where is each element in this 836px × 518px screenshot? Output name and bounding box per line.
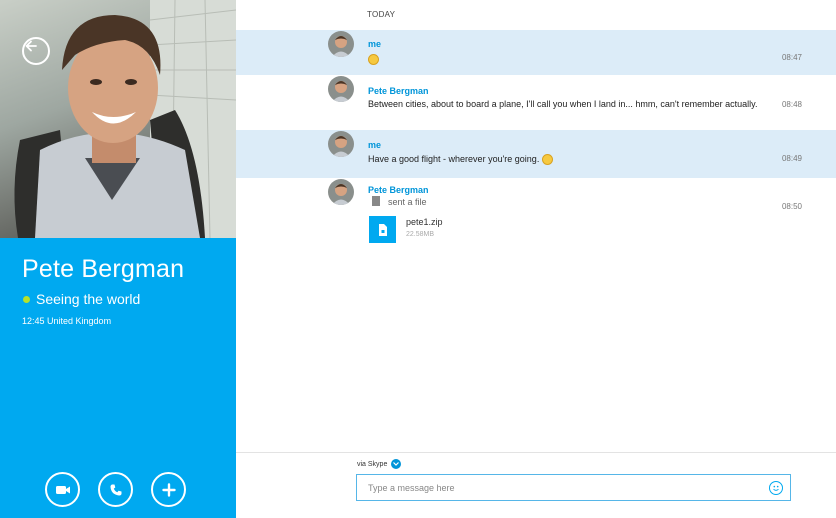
message-time: 08:49 <box>781 154 802 163</box>
add-button[interactable] <box>151 472 186 507</box>
avatar <box>328 76 354 102</box>
contact-photo <box>0 0 236 238</box>
video-call-button[interactable] <box>45 472 80 507</box>
video-call-icon <box>55 485 70 494</box>
via-label: via Skype <box>357 460 388 468</box>
call-actions <box>45 472 186 507</box>
message-item[interactable]: Pete Bergman Between cities, about to bo… <box>236 75 836 130</box>
message-item[interactable]: Pete Bergman sent a file 08:50 pete1.zip… <box>236 178 836 250</box>
message-item[interactable]: me 08:47 <box>236 30 836 75</box>
conversation-panel: TODAY me 08:47 Pete Bergman Between citi… <box>236 0 836 518</box>
plus-icon <box>161 482 176 497</box>
chevron-down-icon <box>391 459 402 469</box>
contact-name: Pete Bergman <box>22 255 185 283</box>
file-name[interactable]: pete1.zip <box>406 217 443 227</box>
message-sender: me <box>368 140 382 150</box>
local-time-location: 12:45 United Kingdom <box>22 316 112 326</box>
day-separator: TODAY <box>367 10 396 19</box>
file-archive-icon <box>378 223 387 236</box>
file-size: 22.58MB <box>406 231 435 238</box>
message-text: Have a good flight - wherever you're goi… <box>368 153 758 166</box>
message-time: 08:48 <box>781 100 802 109</box>
message-item[interactable]: me Have a good flight - wherever you're … <box>236 130 836 178</box>
smiley-icon <box>773 485 779 491</box>
mood-message: Seeing the world <box>22 291 140 307</box>
contact-panel: Pete Bergman Seeing the world 12:45 Unit… <box>0 0 236 518</box>
file-sent-text: sent a file <box>388 197 427 207</box>
message-sender: Pete Bergman <box>368 185 429 195</box>
avatar <box>328 131 354 157</box>
file-attachment-button[interactable] <box>369 216 396 243</box>
grin-emoticon-icon <box>541 154 553 166</box>
presence-dot-icon <box>23 295 30 303</box>
message-input[interactable] <box>357 475 757 500</box>
back-arrow-icon <box>25 40 37 52</box>
emoticon-picker-button[interactable] <box>769 481 783 495</box>
message-sender: me <box>368 39 382 49</box>
message-sender: Pete Bergman <box>368 86 429 96</box>
message-composer <box>356 474 791 501</box>
voice-call-button[interactable] <box>98 472 133 507</box>
avatar <box>328 31 354 57</box>
file-icon <box>372 196 380 206</box>
phone-icon <box>110 484 121 496</box>
avatar <box>328 179 354 205</box>
message-text <box>368 53 758 66</box>
back-button[interactable] <box>22 37 50 65</box>
message-text: Between cities, about to board a plane, … <box>368 99 758 109</box>
smile-emoticon-icon <box>368 54 379 66</box>
composer-divider <box>236 452 836 453</box>
via-skype-selector[interactable]: via Skype <box>357 459 402 469</box>
message-time: 08:50 <box>781 202 802 211</box>
mood-text: Seeing the world <box>36 291 141 307</box>
message-text-content: Have a good flight - wherever you're goi… <box>368 154 540 164</box>
message-time: 08:47 <box>781 53 802 62</box>
